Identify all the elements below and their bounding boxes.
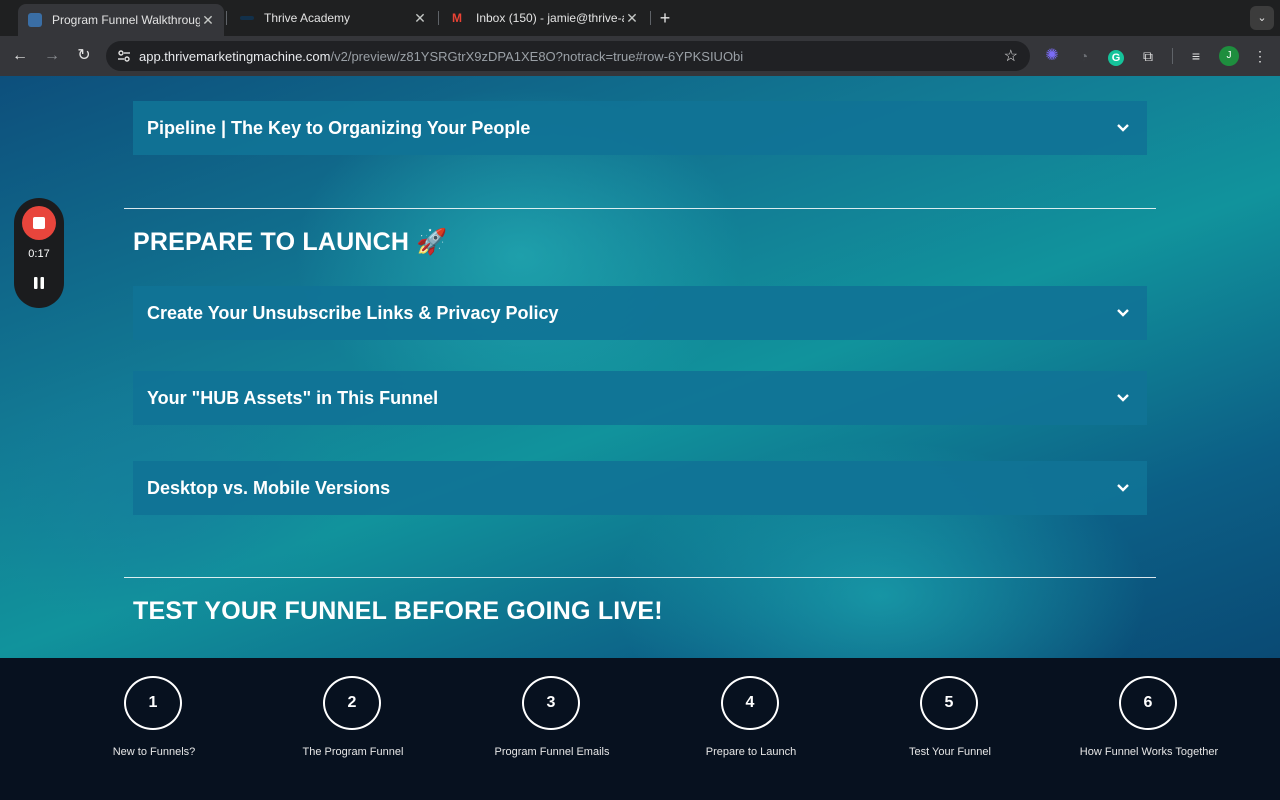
tab-separator: [226, 11, 227, 25]
step-label: New to Funnels?: [112, 746, 196, 758]
tab-title: Thrive Academy: [264, 11, 351, 25]
step-6[interactable]: 6 How Funnel Works Together: [1049, 676, 1249, 786]
step-4[interactable]: 4 Prepare to Launch: [651, 676, 851, 786]
forward-icon[interactable]: →: [40, 44, 64, 68]
site-settings-icon[interactable]: [116, 48, 132, 64]
step-number: 4: [721, 676, 779, 730]
close-icon[interactable]: ✕: [412, 10, 428, 27]
accordion-title: Desktop vs. Mobile Versions: [147, 477, 391, 498]
reading-list-icon[interactable]: ≡: [1186, 46, 1206, 66]
url-text[interactable]: app.thrivemarketingmachine.com/v2/previe…: [139, 49, 743, 64]
tab-program-funnel-walkthrough[interactable]: Program Funnel Walkthrough ✕: [18, 4, 224, 36]
stop-recording-button[interactable]: [22, 206, 56, 240]
browser-toolbar: ← → ↻ app.thrivemarketingmachine.com/v2/…: [0, 36, 1280, 76]
tab-inbox[interactable]: M Inbox (150) - jamie@thrive-ac ✕: [442, 4, 648, 32]
chevron-down-icon: [1117, 124, 1129, 132]
accordion-title: Create Your Unsubscribe Links & Privacy …: [147, 302, 559, 323]
step-label: Program Funnel Emails: [494, 746, 610, 758]
accordion-pipeline[interactable]: Pipeline | The Key to Organizing Your Pe…: [133, 101, 1147, 155]
browser-tab-strip: Program Funnel Walkthrough ✕ Thrive Acad…: [0, 0, 1280, 36]
section-divider: [124, 577, 1156, 578]
address-bar[interactable]: app.thrivemarketingmachine.com/v2/previe…: [106, 41, 1030, 71]
step-number: 5: [920, 676, 978, 730]
step-label: Test Your Funnel: [909, 746, 991, 758]
step-navigation: 1 New to Funnels? 2 The Program Funnel 3…: [0, 658, 1280, 800]
toolbar-separator: [1172, 48, 1173, 64]
extension-loader-icon[interactable]: ◔: [1074, 46, 1094, 66]
tab-search-button[interactable]: ⌄: [1250, 6, 1274, 30]
bookmark-star-icon[interactable]: ☆: [1004, 46, 1018, 66]
recording-timer: 0:17: [28, 248, 50, 260]
page-content: Pipeline | The Key to Organizing Your Pe…: [0, 76, 1280, 658]
screen-recorder-widget: 0:17: [14, 198, 64, 308]
tab-separator: [438, 11, 439, 25]
url-host: app.thrivemarketingmachine.com: [139, 49, 331, 64]
profile-avatar[interactable]: J: [1219, 46, 1239, 66]
step-label: How Funnel Works Together: [1079, 746, 1219, 758]
accordion-hub-assets[interactable]: Your "HUB Assets" in This Funnel: [133, 371, 1147, 425]
kebab-menu-icon[interactable]: ⋮: [1250, 46, 1270, 66]
accordion-title: Your "HUB Assets" in This Funnel: [147, 387, 439, 408]
close-icon[interactable]: ✕: [624, 10, 640, 27]
tab-title: Inbox (150) - jamie@thrive-ac: [476, 11, 624, 25]
url-path: /v2/preview/z81YSRGtrX9zDPA1XE8O?notrack…: [330, 49, 744, 64]
step-number: 3: [522, 676, 580, 730]
step-2[interactable]: 2 The Program Funnel: [253, 676, 453, 786]
chevron-down-icon: [1117, 484, 1129, 492]
chevron-down-icon: [1117, 309, 1129, 317]
extensions-puzzle-icon[interactable]: ⧉: [1138, 46, 1158, 66]
extension-sparkle-icon[interactable]: ✺: [1042, 46, 1062, 66]
pause-icon[interactable]: [32, 276, 46, 290]
tab-thrive-academy[interactable]: Thrive Academy ✕: [230, 4, 436, 32]
step-3[interactable]: 3 Program Funnel Emails: [452, 676, 652, 786]
close-icon[interactable]: ✕: [200, 12, 216, 29]
step-number: 2: [323, 676, 381, 730]
tab-favicon-icon: [28, 13, 42, 27]
section-divider: [124, 208, 1156, 209]
accordion-unsubscribe-links[interactable]: Create Your Unsubscribe Links & Privacy …: [133, 286, 1147, 340]
tab-separator: [650, 11, 651, 25]
step-number: 6: [1119, 676, 1177, 730]
accordion-desktop-vs-mobile[interactable]: Desktop vs. Mobile Versions: [133, 461, 1147, 515]
back-icon[interactable]: ←: [8, 44, 32, 68]
reload-icon[interactable]: ↻: [72, 44, 96, 68]
tab-title: Program Funnel Walkthrough: [52, 13, 200, 27]
chevron-down-icon: [1117, 394, 1129, 402]
tab-favicon-icon: [240, 16, 254, 20]
stop-icon: [33, 217, 45, 229]
section-heading-test: TEST YOUR FUNNEL BEFORE GOING LIVE!: [133, 597, 663, 625]
step-number: 1: [124, 676, 182, 730]
step-1[interactable]: 1 New to Funnels?: [54, 676, 254, 786]
accordion-title: Pipeline | The Key to Organizing Your Pe…: [147, 117, 531, 138]
grammarly-icon[interactable]: G: [1106, 46, 1126, 66]
new-tab-button[interactable]: +: [656, 8, 674, 28]
step-label: The Program Funnel: [302, 746, 404, 758]
section-heading-prepare: PREPARE TO LAUNCH 🚀: [133, 228, 448, 256]
gmail-icon: M: [452, 11, 462, 25]
step-5[interactable]: 5 Test Your Funnel: [850, 676, 1050, 786]
step-label: Prepare to Launch: [705, 746, 797, 758]
